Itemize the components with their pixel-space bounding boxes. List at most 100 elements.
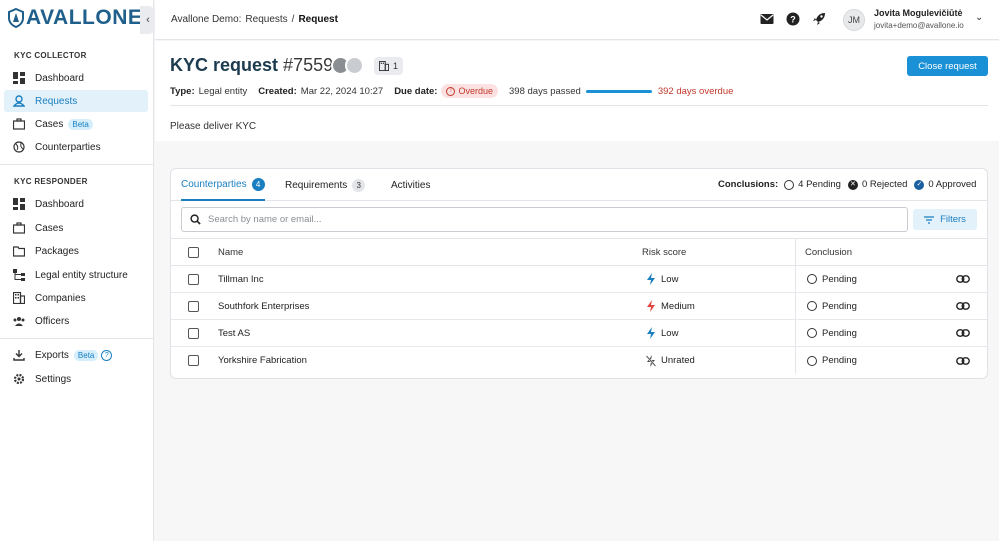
conclusions-summary: Conclusions: 4 Pending ✕ 0 Rejected ✓ 0 Ap… (718, 179, 983, 190)
table-row[interactable]: Tillman Inc Low Pending (171, 266, 987, 293)
link-icon[interactable] (956, 356, 970, 365)
collapse-sidebar-button[interactable]: ‹ (140, 6, 156, 34)
risk-score: Low (661, 273, 679, 285)
overdue-status: Overdue (458, 86, 494, 96)
user-avatar[interactable]: JM (843, 9, 865, 31)
table-row[interactable]: Test AS Low Pending (171, 320, 987, 347)
lightning-icon (647, 273, 655, 285)
link-cell (956, 320, 970, 346)
breadcrumb-current: Request (298, 14, 338, 25)
select-all-checkbox-cell (188, 239, 199, 265)
row-checkbox-cell (188, 293, 199, 319)
link-icon[interactable] (956, 275, 970, 283)
pending-text: 4 Pending (798, 179, 841, 190)
link-cell (956, 347, 970, 374)
risk-cell: Medium (646, 293, 695, 319)
sidebar-item-companies[interactable]: Companies (4, 287, 148, 309)
filters-button[interactable]: Filters (913, 209, 977, 230)
column-separator (795, 239, 796, 265)
sidebar-item-packages[interactable]: Packages (4, 240, 148, 262)
rejected-count: ✕ 0 Rejected (847, 179, 907, 190)
conclusion-cell: Pending (807, 293, 857, 319)
column-header-risk[interactable]: Risk score (642, 239, 686, 265)
rocket-icon[interactable] (812, 12, 826, 26)
sidebar-item-dashboard[interactable]: Dashboard (4, 67, 148, 89)
chevron-down-icon[interactable]: ⌄ (975, 12, 983, 23)
column-header-conclusion[interactable]: Conclusion (805, 239, 852, 265)
dashboard-icon (12, 197, 26, 211)
table-header: Name Risk score Conclusion (171, 238, 987, 266)
lightning-off-icon (646, 354, 656, 367)
risk-cell: Unrated (646, 347, 695, 374)
sidebar-item-label: Legal entity structure (35, 269, 128, 281)
days-overdue: 392 days overdue (657, 85, 734, 97)
row-checkbox[interactable] (188, 327, 199, 339)
tab-requirements[interactable]: Requirements 3 (285, 169, 366, 201)
dashboard-icon (12, 71, 26, 85)
assignee-avatars[interactable] (331, 56, 364, 75)
beta-badge: Beta (73, 349, 99, 361)
help-icon[interactable]: ? (101, 349, 113, 361)
link-icon[interactable] (956, 329, 970, 337)
tab-activities[interactable]: Activities (391, 169, 430, 201)
sidebar-item-counterparties[interactable]: Counterparties (4, 136, 148, 158)
search-input[interactable] (208, 214, 858, 225)
sidebar-item-requests[interactable]: Requests (4, 90, 148, 112)
sidebar-item-cases[interactable]: Cases Beta (4, 113, 148, 135)
counterparty-name[interactable]: Test AS (218, 320, 250, 346)
column-header-name[interactable]: Name (218, 239, 243, 265)
building-icon (379, 61, 389, 71)
sidebar-item-label: Packages (35, 245, 79, 257)
table-row[interactable]: Southfork Enterprises Medium Pending (171, 293, 987, 320)
row-checkbox[interactable] (188, 355, 199, 366)
select-all-checkbox[interactable] (188, 246, 199, 258)
sidebar-item-responder-dashboard[interactable]: Dashboard (4, 193, 148, 215)
due-date-label: Due date: (394, 85, 438, 97)
request-description: Please deliver KYC (170, 121, 257, 132)
sidebar-item-responder-cases[interactable]: Cases (4, 217, 148, 239)
row-checkbox[interactable] (188, 273, 199, 285)
gear-icon (12, 372, 26, 386)
counterparty-name[interactable]: Yorkshire Fabrication (218, 347, 307, 374)
people-icon (12, 314, 26, 328)
briefcase-icon (12, 221, 26, 235)
link-cell (956, 293, 970, 319)
avallone-logo[interactable]: AVALLONE (8, 6, 142, 29)
breadcrumb-requests[interactable]: Requests (245, 14, 287, 25)
sidebar-item-legal-entity-structure[interactable]: Legal entity structure (4, 264, 148, 286)
svg-text:?: ? (790, 15, 796, 25)
rejected-icon: ✕ (847, 179, 858, 190)
column-separator (795, 320, 796, 346)
sidebar-item-label: Companies (35, 292, 86, 304)
mail-icon[interactable] (760, 12, 774, 26)
link-icon[interactable] (956, 302, 970, 310)
sidebar-item-settings[interactable]: Settings (4, 368, 148, 390)
overdue-badge: ! Overdue (441, 84, 499, 98)
organization-count: 1 (393, 61, 399, 71)
breadcrumb-root[interactable]: Avallone Demo: (171, 14, 241, 25)
row-checkbox-cell (188, 266, 199, 292)
conclusion-status: Pending (822, 300, 857, 312)
filters-label: Filters (940, 214, 966, 225)
row-checkbox[interactable] (188, 300, 199, 312)
user-name[interactable]: Jovita Mogulevičiūtė (874, 8, 963, 18)
pending-icon (807, 328, 817, 338)
column-separator (795, 293, 796, 319)
breadcrumb-separator: / (291, 14, 295, 25)
conclusion-status: Pending (822, 273, 857, 285)
counterparty-name[interactable]: Southfork Enterprises (218, 293, 309, 319)
table-row[interactable]: Yorkshire Fabrication Unrated Pending (171, 347, 987, 374)
organization-badge[interactable]: 1 (374, 57, 404, 75)
section-title-kyc-collector: KYC COLLECTOR (14, 51, 87, 60)
sidebar-item-label: Counterparties (35, 141, 101, 153)
help-icon[interactable]: ? (786, 12, 800, 26)
due-progress-bar (585, 89, 652, 93)
close-request-button[interactable]: Close request (907, 56, 988, 76)
sidebar-item-officers[interactable]: Officers (4, 310, 148, 332)
counterparty-name[interactable]: Tillman Inc (218, 266, 264, 292)
sidebar-item-exports[interactable]: Exports Beta ? (4, 344, 148, 366)
tab-counterparties[interactable]: Counterparties 4 (181, 169, 265, 201)
chevron-left-icon: ‹ (146, 14, 150, 26)
folder-icon (12, 244, 26, 258)
pending-icon (807, 274, 817, 284)
